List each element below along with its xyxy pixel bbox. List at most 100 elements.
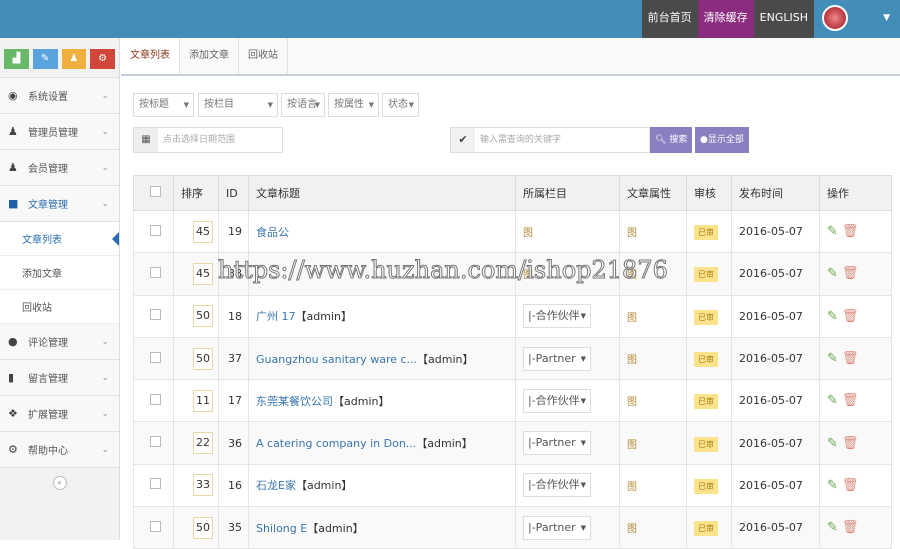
row-id: 16	[218, 463, 249, 508]
order-input[interactable]: 50	[193, 516, 213, 539]
status-badge[interactable]: 已审	[694, 225, 718, 241]
sidebar-item[interactable]: ❖ 扩展管理 ⌄	[0, 396, 119, 432]
select-all-checkbox[interactable]	[150, 186, 161, 197]
status-badge[interactable]: 已审	[694, 352, 718, 368]
sidebar-item[interactable]: ▮ 留言管理 ⌄	[0, 360, 119, 396]
tab-recycle-bin[interactable]: 回收站	[239, 38, 288, 74]
status-badge[interactable]: 已审	[694, 478, 718, 494]
order-input[interactable]: 33	[193, 474, 213, 497]
tab-add-article[interactable]: 添加文章	[180, 38, 239, 74]
sidebar-subitem[interactable]: 回收站	[0, 290, 119, 324]
row-checkbox[interactable]	[150, 351, 161, 363]
col-review: 审核	[686, 175, 732, 211]
sidebar-item[interactable]: ◉ 系统设置 ⌄	[0, 78, 119, 114]
collapse-sidebar-button[interactable]: «	[52, 476, 67, 490]
tab-article-list[interactable]: 文章列表	[121, 38, 180, 74]
row-checkbox[interactable]	[150, 224, 161, 236]
keyword-input[interactable]: ✔ 输入需查询的关键字	[450, 127, 650, 153]
delete-trash-icon[interactable]: 🗑︎	[842, 224, 859, 239]
delete-trash-icon[interactable]: 🗑︎	[842, 309, 859, 324]
edit-pencil-icon[interactable]: ✎	[827, 520, 838, 535]
status-badge[interactable]: 已审	[694, 309, 718, 325]
image-attr-icon: 图	[627, 312, 637, 324]
status-badge[interactable]: 已审	[694, 394, 718, 410]
article-title-link[interactable]: 东莞某餐饮公司	[256, 395, 333, 408]
pencil-shortcut-button[interactable]: ✎	[32, 49, 58, 69]
show-all-button[interactable]: ●显示全部	[695, 127, 749, 153]
image-attr-icon: 图	[523, 270, 533, 282]
cogs-shortcut-button[interactable]: ⚙	[90, 49, 115, 69]
order-input[interactable]: 45	[193, 262, 213, 285]
article-title-link[interactable]: A catering company in Don...	[256, 437, 416, 450]
filter-attribute-select[interactable]: 按属性 ▼	[328, 93, 379, 117]
edit-pencil-icon[interactable]: ✎	[827, 224, 838, 239]
edit-pencil-icon[interactable]: ✎	[827, 436, 838, 451]
users-shortcut-button[interactable]: ♟	[61, 49, 87, 69]
article-title-link[interactable]: 食品公	[256, 226, 289, 239]
frontend-home-link[interactable]: 前台首页	[641, 0, 698, 38]
filter-attribute-label: 按属性	[334, 99, 364, 110]
status-badge[interactable]: 已审	[694, 267, 718, 283]
delete-trash-icon[interactable]: 🗑︎	[842, 436, 859, 451]
filter-language-select[interactable]: 按语言 ▼	[281, 93, 325, 117]
sidebar-item-label: 留言管理	[28, 374, 68, 385]
filter-column-select[interactable]: 按栏目 ▼	[198, 93, 278, 117]
chart-shortcut-button[interactable]: ▟	[4, 49, 29, 69]
sidebar-item[interactable]: ♟ 管理员管理 ⌄	[0, 114, 119, 150]
row-checkbox[interactable]	[150, 393, 161, 405]
sidebar-item[interactable]: ● 评论管理 ⌄	[0, 324, 119, 360]
clear-cache-link[interactable]: 清除缓存	[697, 0, 754, 38]
english-link[interactable]: ENGLISH	[753, 0, 814, 38]
category-select[interactable]: |-Partner ▼	[523, 346, 591, 371]
delete-trash-icon[interactable]: 🗑︎	[842, 351, 859, 366]
category-select[interactable]: |-合作伙伴 ▼	[523, 304, 591, 329]
row-checkbox[interactable]	[150, 436, 161, 448]
row-checkbox[interactable]	[150, 478, 161, 490]
publish-date: 2016-05-07	[731, 336, 820, 381]
sidebar-item[interactable]: ⚙ 帮助中心 ⌄	[0, 432, 119, 468]
sidebar-subitem[interactable]: 文章列表	[0, 222, 119, 256]
category-select[interactable]: |-合作伙伴 ▼	[523, 473, 591, 498]
filter-title-select[interactable]: 按标题 ▼	[133, 93, 194, 117]
edit-pencil-icon[interactable]: ✎	[827, 478, 838, 493]
order-input[interactable]: 50	[193, 347, 213, 370]
delete-trash-icon[interactable]: 🗑︎	[842, 478, 859, 493]
sidebar-item[interactable]: ■ 文章管理 ⌄	[0, 186, 119, 222]
sidebar-subitem[interactable]: 添加文章	[0, 256, 119, 290]
article-title-link[interactable]: Guangzhou sanitary ware c...	[256, 353, 417, 366]
user-avatar[interactable]	[822, 5, 848, 31]
edit-pencil-icon[interactable]: ✎	[827, 266, 838, 281]
order-input[interactable]: 45	[193, 220, 213, 243]
article-title-link[interactable]: Shilong E	[256, 522, 307, 535]
filter-status-select[interactable]: 状态 ▼	[382, 93, 419, 117]
row-checkbox[interactable]	[150, 266, 161, 278]
order-input[interactable]: 50	[193, 305, 213, 328]
edit-pencil-icon[interactable]: ✎	[827, 351, 838, 366]
row-checkbox[interactable]	[150, 309, 161, 321]
delete-trash-icon[interactable]: 🗑︎	[842, 520, 859, 535]
date-range-input[interactable]: ▦ 点击选择日期范围	[133, 127, 283, 153]
sidebar-item[interactable]: ♟ 会员管理 ⌄	[0, 150, 119, 186]
edit-pencil-icon[interactable]: ✎	[827, 309, 838, 324]
article-title-link[interactable]: 石龙E家	[256, 479, 296, 492]
filter-status-label: 状态	[388, 99, 408, 110]
status-badge[interactable]: 已审	[694, 521, 718, 537]
user-menu-caret-icon[interactable]: ▼	[856, 0, 900, 38]
category-select[interactable]: |-Partner ▼	[523, 431, 591, 456]
row-checkbox[interactable]	[150, 520, 161, 532]
article-author: 【admin】	[295, 310, 352, 324]
article-title-link[interactable]: 广州 17	[256, 310, 296, 323]
search-button[interactable]: 🔍︎ 搜索	[650, 127, 693, 153]
category-value: |-合作伙伴	[528, 393, 580, 407]
delete-trash-icon[interactable]: 🗑︎	[842, 393, 859, 408]
col-order: 排序	[173, 175, 219, 211]
table-row: 45 19 食品公 图 图 已审 2016-05-07 ✎ 🗑︎	[133, 209, 892, 254]
edit-pencil-icon[interactable]: ✎	[827, 393, 838, 408]
status-badge[interactable]: 已审	[694, 436, 718, 452]
order-input[interactable]: 11	[193, 389, 213, 412]
category-select[interactable]: |-Partner ▼	[523, 515, 591, 540]
category-select[interactable]: |-合作伙伴 ▼	[523, 388, 591, 413]
cubes-icon: ❖	[8, 407, 18, 420]
delete-trash-icon[interactable]: 🗑︎	[842, 266, 859, 281]
order-input[interactable]: 22	[193, 432, 213, 455]
